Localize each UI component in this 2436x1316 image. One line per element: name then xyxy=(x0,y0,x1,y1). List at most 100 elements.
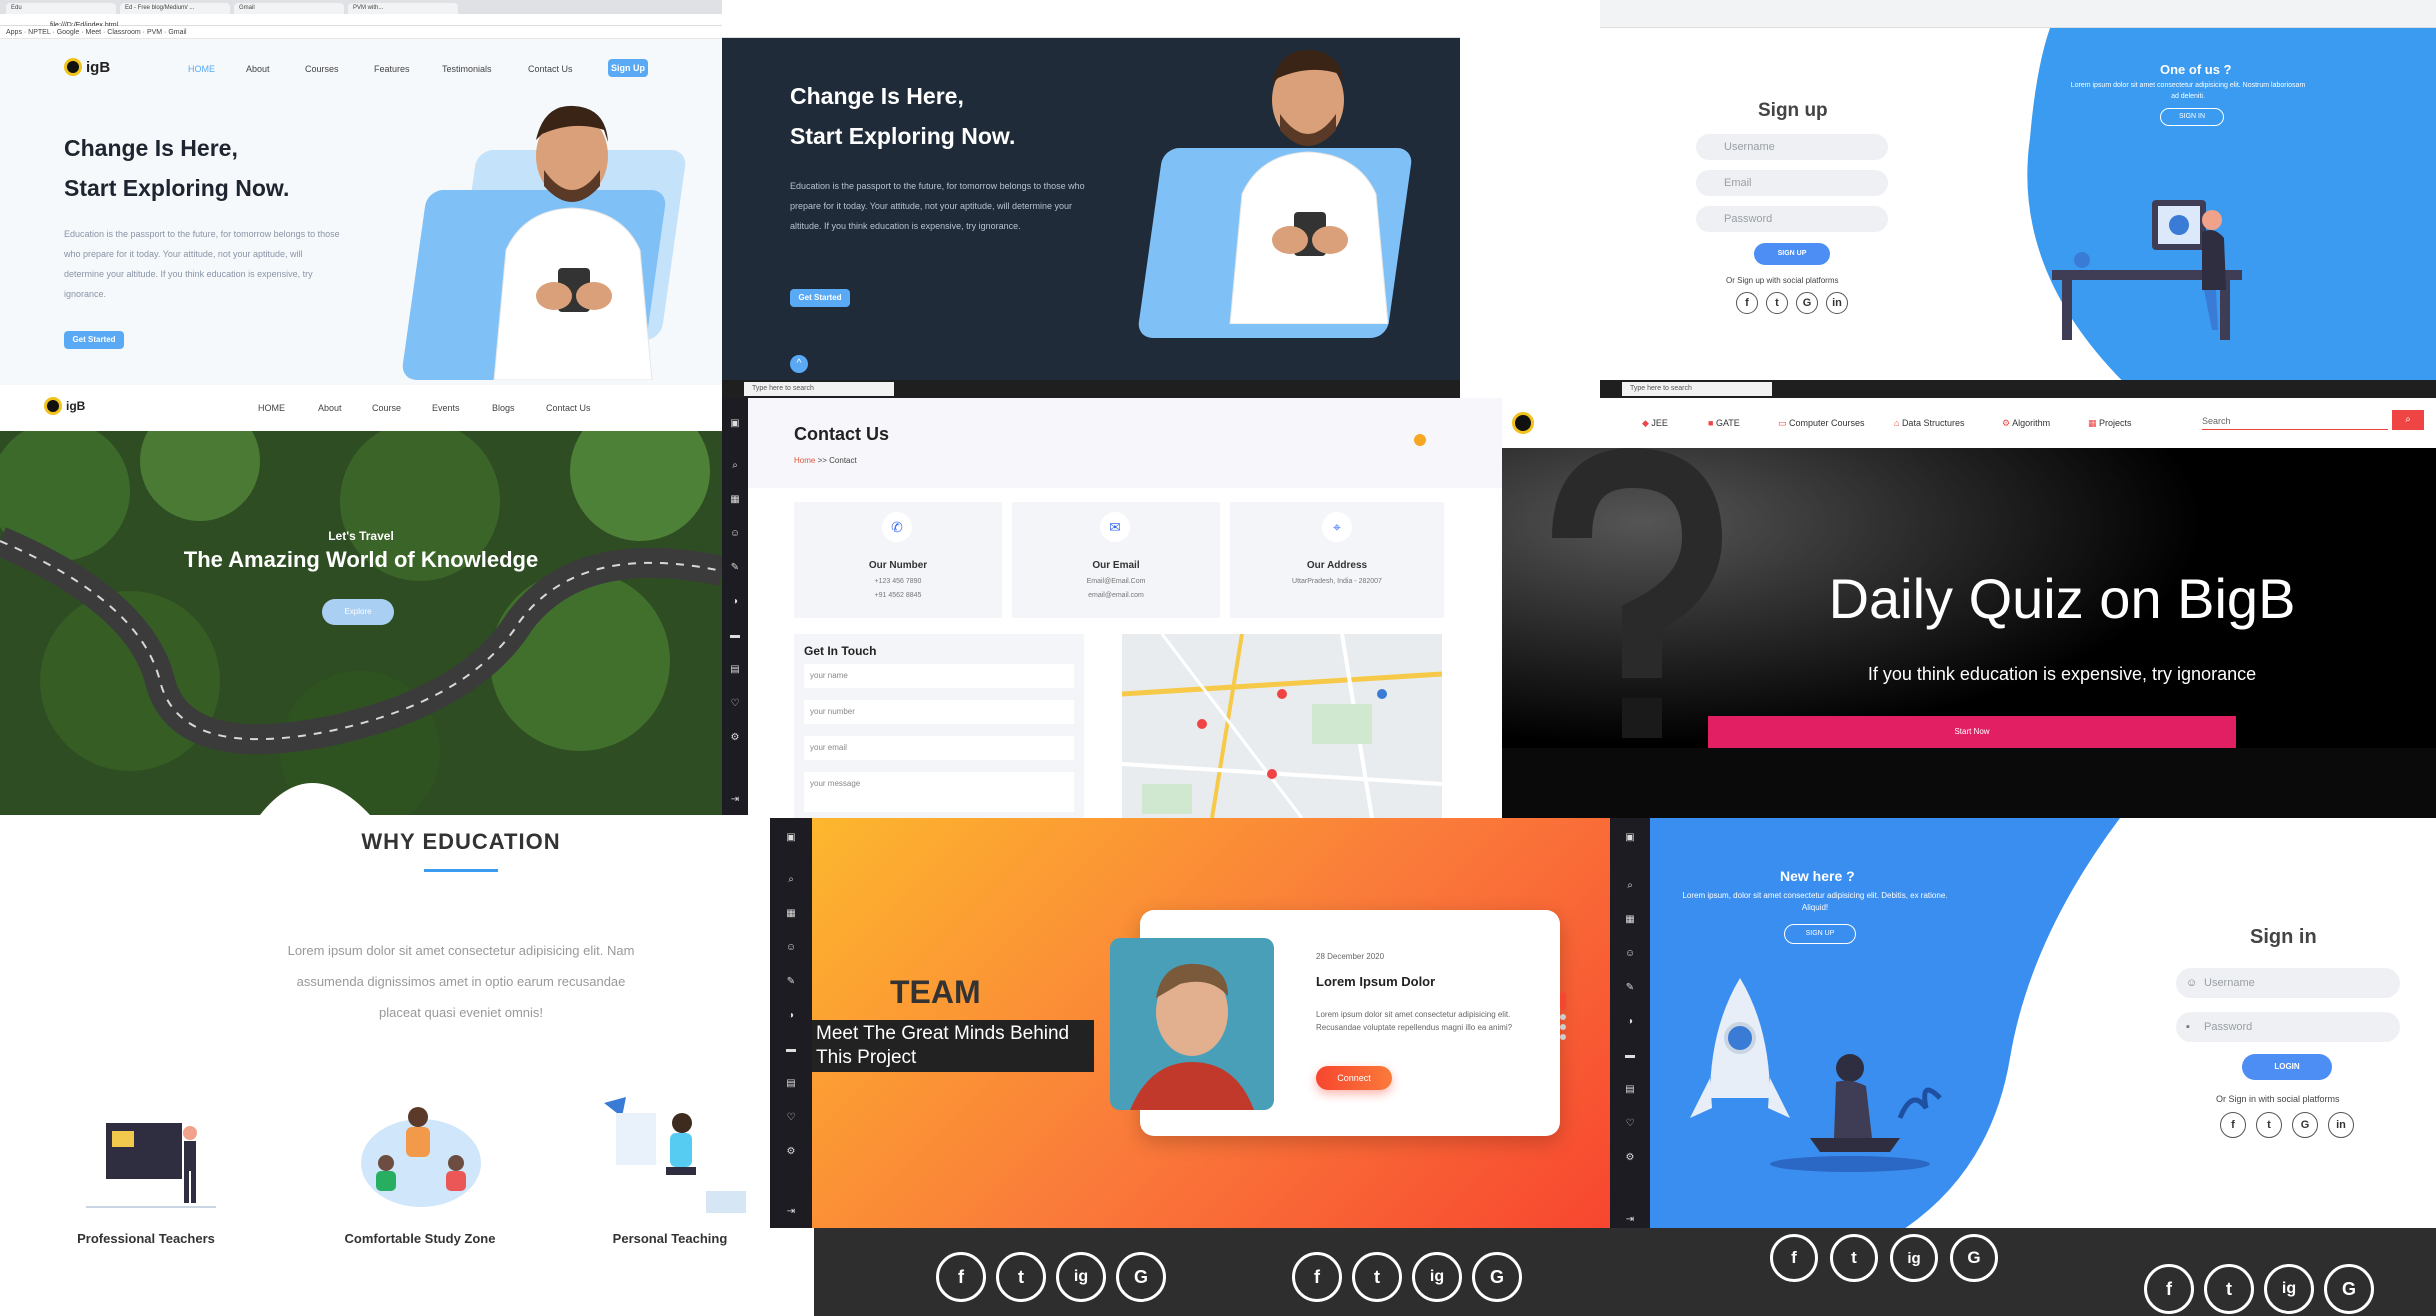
twitter-icon[interactable]: t xyxy=(2204,1264,2254,1314)
user-icon[interactable]: ☺ xyxy=(1624,948,1636,960)
cart-icon[interactable]: ▤ xyxy=(729,664,741,676)
settings-icon[interactable]: ⚙ xyxy=(729,732,741,744)
start-now-button[interactable]: Start Now xyxy=(1708,716,2236,748)
linkedin-icon[interactable]: in xyxy=(1826,292,1848,314)
breadcrumb-home[interactable]: Home xyxy=(794,456,815,465)
linkedin-icon[interactable]: in xyxy=(2328,1112,2354,1138)
facebook-icon[interactable]: f xyxy=(936,1252,986,1302)
name-field[interactable]: your name xyxy=(804,664,1074,688)
nav-course[interactable]: Course xyxy=(372,403,401,413)
cart-icon[interactable]: ▤ xyxy=(785,1078,797,1090)
search-icon[interactable]: ⌕ xyxy=(785,874,797,886)
facebook-icon[interactable]: f xyxy=(1292,1252,1342,1302)
browser-tab[interactable]: Ed - Free blog/Medium/ ... xyxy=(120,3,230,14)
nav-about[interactable]: About xyxy=(318,403,342,413)
nav-events[interactable]: Events xyxy=(432,403,460,413)
logo-icon[interactable]: ▣ xyxy=(785,832,797,844)
folder-icon[interactable]: ▬ xyxy=(1624,1050,1636,1062)
search-icon[interactable]: ⌕ xyxy=(729,460,741,472)
logo-icon[interactable]: ▣ xyxy=(729,418,741,430)
nav-testimonials[interactable]: Testimonials xyxy=(442,64,492,74)
username-field[interactable]: Username xyxy=(1696,134,1888,160)
connect-button[interactable]: Connect xyxy=(1316,1066,1392,1090)
logo-icon[interactable]: ▣ xyxy=(1624,832,1636,844)
nav-features[interactable]: Features xyxy=(374,64,410,74)
logo[interactable]: igB xyxy=(64,58,110,76)
google-icon[interactable]: G xyxy=(2292,1112,2318,1138)
message-field[interactable]: your message xyxy=(804,772,1074,812)
search-icon[interactable]: ⌕ xyxy=(1624,880,1636,892)
carousel-dots[interactable] xyxy=(1560,992,1566,1040)
nav-blogs[interactable]: Blogs xyxy=(492,403,515,413)
logo-icon[interactable] xyxy=(1512,412,1534,434)
email-field[interactable]: Email xyxy=(1696,170,1888,196)
get-started-button[interactable]: Get Started xyxy=(64,331,124,349)
nav-home[interactable]: HOME xyxy=(258,403,285,413)
dot[interactable] xyxy=(1560,1014,1566,1020)
login-button[interactable]: LOGIN xyxy=(2242,1054,2332,1080)
browser-tab[interactable]: PVM with... xyxy=(348,3,458,14)
chat-icon[interactable]: ✎ xyxy=(729,562,741,574)
twitter-icon[interactable]: t xyxy=(1766,292,1788,314)
nav-data-structures[interactable]: ⌂ Data Structures xyxy=(1894,418,1964,428)
chat-icon[interactable]: ✎ xyxy=(1624,982,1636,994)
password-field[interactable]: ▪ Password xyxy=(2176,1012,2400,1042)
dot[interactable] xyxy=(1560,1024,1566,1030)
instagram-icon[interactable]: ig xyxy=(1412,1252,1462,1302)
logo[interactable]: igB xyxy=(44,397,85,415)
scroll-top-icon[interactable]: ^ xyxy=(790,355,808,373)
folder-icon[interactable]: ▬ xyxy=(785,1044,797,1056)
get-started-button[interactable]: Get Started xyxy=(790,289,850,307)
grid-icon[interactable]: ▦ xyxy=(1624,914,1636,926)
nav-home[interactable]: HOME xyxy=(188,64,215,74)
nav-contact[interactable]: Contact Us xyxy=(546,403,591,413)
nav-computer-courses[interactable]: ▭ Computer Courses xyxy=(1778,418,1865,429)
nav-algorithm[interactable]: ⚙ Algorithm xyxy=(2002,418,2050,429)
facebook-icon[interactable]: f xyxy=(2144,1264,2194,1314)
search-input[interactable]: Search xyxy=(2202,412,2388,430)
facebook-icon[interactable]: f xyxy=(1736,292,1758,314)
heart-icon[interactable]: ♡ xyxy=(1624,1118,1636,1130)
map[interactable] xyxy=(1122,634,1442,818)
facebook-icon[interactable]: f xyxy=(2220,1112,2246,1138)
twitter-icon[interactable]: t xyxy=(996,1252,1046,1302)
facebook-icon[interactable]: f xyxy=(1770,1234,1818,1282)
user-icon[interactable]: ☺ xyxy=(785,942,797,954)
nav-gate[interactable]: ■ GATE xyxy=(1708,418,1740,428)
nav-courses[interactable]: Courses xyxy=(305,64,339,74)
settings-icon[interactable]: ⚙ xyxy=(1624,1152,1636,1164)
google-icon[interactable]: G xyxy=(2324,1264,2374,1314)
twitter-icon[interactable]: t xyxy=(1830,1234,1878,1282)
cart-icon[interactable]: ▤ xyxy=(1624,1084,1636,1096)
browser-tab[interactable]: Edu xyxy=(6,3,116,14)
browser-tab[interactable]: Gmail xyxy=(234,3,344,14)
settings-icon[interactable]: ⚙ xyxy=(785,1146,797,1158)
google-icon[interactable]: G xyxy=(1796,292,1818,314)
search-button[interactable]: ⌕ xyxy=(2392,410,2424,430)
heart-icon[interactable]: ♡ xyxy=(785,1112,797,1124)
grid-icon[interactable]: ▦ xyxy=(785,908,797,920)
explore-button[interactable]: Explore xyxy=(322,599,394,625)
twitter-icon[interactable]: t xyxy=(2256,1112,2282,1138)
nav-contact[interactable]: Contact Us xyxy=(528,64,573,74)
taskbar-search[interactable]: Type here to search xyxy=(1622,382,1772,396)
pie-icon[interactable]: ◑ xyxy=(785,1010,797,1022)
pie-icon[interactable]: ◑ xyxy=(729,596,741,608)
user-icon[interactable]: ☺ xyxy=(729,528,741,540)
dot-active[interactable] xyxy=(1560,992,1566,1010)
chat-icon[interactable]: ✎ xyxy=(785,976,797,988)
google-icon[interactable]: G xyxy=(1472,1252,1522,1302)
nav-projects[interactable]: ▦ Projects xyxy=(2088,418,2132,429)
logout-icon[interactable]: ⇥ xyxy=(1624,1214,1636,1226)
signup-button[interactable]: Sign Up xyxy=(608,59,648,77)
google-icon[interactable]: G xyxy=(1950,1234,1998,1282)
username-field[interactable]: ☺ Username xyxy=(2176,968,2400,998)
panel-signin-button[interactable]: SIGN IN xyxy=(2160,108,2224,126)
google-icon[interactable]: G xyxy=(1116,1252,1166,1302)
nav-about[interactable]: About xyxy=(246,64,270,74)
logout-icon[interactable]: ⇥ xyxy=(729,794,741,806)
dot[interactable] xyxy=(1560,1034,1566,1040)
signup-submit-button[interactable]: SIGN UP xyxy=(1754,243,1830,265)
taskbar-search[interactable]: Type here to search xyxy=(744,382,894,396)
nav-jee[interactable]: ◆ JEE xyxy=(1642,418,1668,429)
